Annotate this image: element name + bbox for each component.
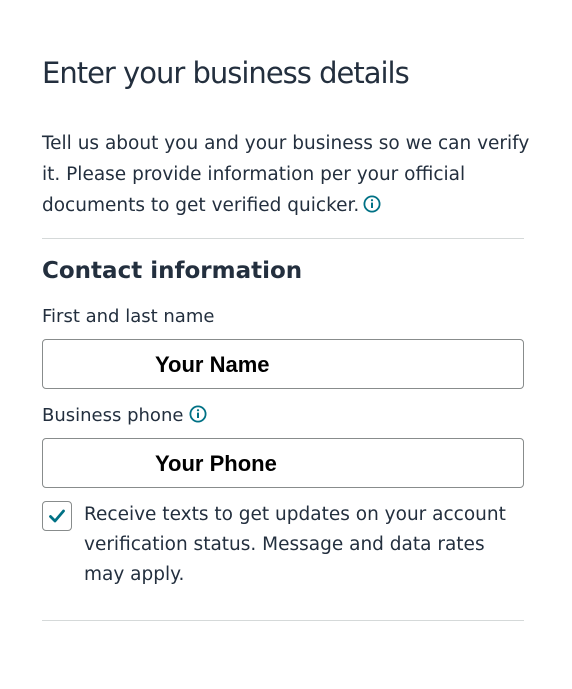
- info-icon[interactable]: [363, 192, 381, 213]
- name-field-label: First and last name: [42, 306, 215, 327]
- checkmark-icon: [49, 509, 65, 523]
- phone-input[interactable]: Your Phone: [42, 438, 524, 488]
- sms-optin-checkbox[interactable]: [42, 501, 72, 531]
- phone-input-value: Your Phone: [155, 451, 277, 476]
- sms-optin-label[interactable]: Receive texts to get updates on your acc…: [84, 500, 524, 590]
- phone-field-label-row: Business phone: [42, 405, 207, 426]
- intro-text: Tell us about you and your business so w…: [42, 128, 532, 221]
- intro-text-body: Tell us about you and your business so w…: [42, 133, 530, 216]
- page-title: Enter your business details: [42, 56, 410, 90]
- name-input[interactable]: Your Name: [42, 339, 524, 389]
- name-input-value: Your Name: [155, 352, 270, 377]
- info-icon[interactable]: [189, 405, 207, 423]
- divider: [42, 620, 524, 621]
- phone-field-label: Business phone: [42, 405, 184, 426]
- section-title-contact: Contact information: [42, 258, 303, 284]
- divider: [42, 238, 524, 239]
